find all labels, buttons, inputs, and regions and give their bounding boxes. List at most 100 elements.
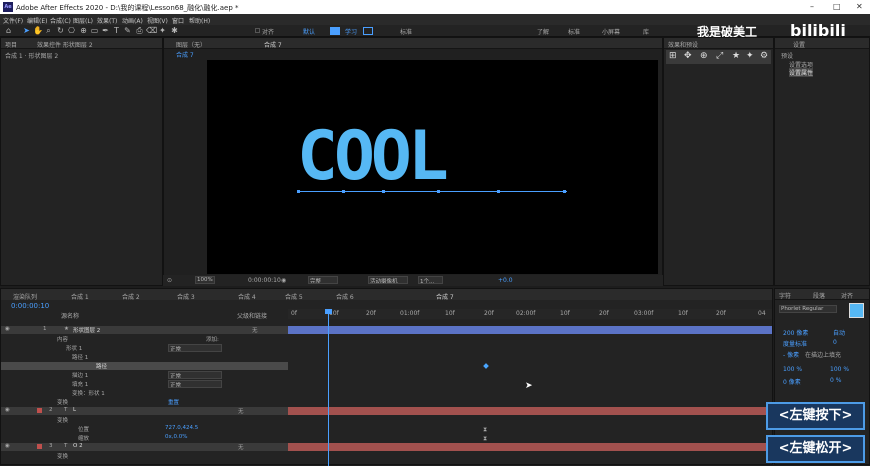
snap-checkbox[interactable]	[255, 28, 260, 33]
magnify-icon[interactable]: ⊙	[167, 277, 172, 284]
layer-bar-red[interactable]	[288, 443, 772, 451]
path-vertex[interactable]	[342, 190, 345, 193]
camera-icon[interactable]: ◉	[281, 277, 286, 284]
menu-file[interactable]: 文件(F)	[3, 16, 23, 25]
tab-paragraph[interactable]: 段落	[813, 291, 825, 300]
playhead-handle[interactable]	[325, 309, 332, 314]
parent-select[interactable]: 无	[238, 443, 244, 451]
tab-effect-controls[interactable]: 效果控件 形状图层 2	[37, 40, 93, 49]
comp-breadcrumb[interactable]: 合成 7	[176, 50, 194, 59]
grid-icon[interactable]: ⊞	[669, 51, 677, 61]
prop-scale[interactable]: 缩放 0x,0.0%	[1, 434, 288, 442]
cool-text-layer[interactable]: COOL	[297, 123, 449, 191]
brush-tool-icon[interactable]: ✎	[123, 26, 132, 35]
prop-fill-1[interactable]: 填充 1 正常	[1, 380, 288, 388]
path-vertex[interactable]	[382, 190, 385, 193]
layer-name[interactable]: L	[73, 407, 76, 413]
layer-row-2[interactable]: ◉ 2 T L 无	[1, 407, 288, 415]
reset-link[interactable]: 重置	[168, 398, 179, 406]
zoom-tool-icon[interactable]: ⌕	[44, 26, 53, 35]
timeline-timecode[interactable]: 0:00:00:10	[11, 302, 49, 310]
rotate-tool-icon[interactable]: ↻	[56, 26, 65, 35]
roto-tool-icon[interactable]: ✦	[158, 26, 167, 35]
tab-comp-3[interactable]: 合成 3	[177, 292, 195, 301]
prop-shape-1[interactable]: 形状 1 正常	[1, 344, 288, 352]
menu-layer[interactable]: 图层(L)	[73, 16, 93, 25]
tab-comp-4[interactable]: 合成 4	[238, 292, 256, 301]
baseline-value[interactable]: 0 像素	[783, 377, 801, 386]
prop-transform-shape[interactable]: 变换：形状 1	[1, 389, 288, 397]
path-vertex[interactable]	[437, 190, 440, 193]
viewer-timecode[interactable]: 0:00:00:10	[248, 277, 281, 284]
path-vertex[interactable]	[563, 190, 566, 193]
menu-effect[interactable]: 效果(T)	[97, 16, 117, 25]
hand-tool-icon[interactable]: ✋	[33, 26, 43, 35]
font-size-value[interactable]: 200 像素	[783, 328, 808, 337]
vertical-scale-value[interactable]: 100 %	[783, 366, 802, 373]
pen-tool-icon[interactable]: ✒	[101, 26, 110, 35]
menu-composition[interactable]: 合成(C)	[50, 16, 71, 25]
menu-animation[interactable]: 动画(A)	[122, 16, 143, 25]
label-color[interactable]	[37, 408, 42, 413]
layer-name[interactable]: O 2	[73, 443, 83, 449]
workspace-box-icon[interactable]	[363, 27, 373, 35]
layer-bar-blue[interactable]	[288, 326, 772, 334]
tab-effects-presets[interactable]: 效果和预设	[668, 40, 698, 49]
tab-align[interactable]: 对齐	[841, 291, 853, 300]
keyframe-hold[interactable]: ⧗	[483, 435, 487, 443]
eraser-tool-icon[interactable]: ⌫	[146, 26, 157, 35]
tab-comp-6[interactable]: 合成 6	[336, 292, 354, 301]
tsume-value[interactable]: 0 %	[830, 377, 841, 384]
close-button[interactable]: ✕	[856, 2, 863, 11]
zoom-select[interactable]: 100%	[195, 276, 215, 284]
tab-layer-none[interactable]: 图层（无）	[176, 40, 206, 49]
stroke-width-value[interactable]: - 像素	[783, 350, 799, 359]
eye-icon[interactable]: ◉	[5, 443, 10, 449]
fill-color-swatch[interactable]	[849, 303, 864, 318]
expand-icon[interactable]: ⤢	[716, 51, 723, 61]
parent-select[interactable]: 无	[252, 326, 258, 334]
selection-tool-icon[interactable]: ➤	[22, 26, 31, 35]
workspace-default[interactable]: 默认	[303, 27, 315, 36]
rectangle-tool-icon[interactable]: ▭	[90, 26, 99, 35]
label-color[interactable]	[37, 444, 42, 449]
puzzle-icon[interactable]: ✥	[684, 51, 692, 61]
position-value[interactable]: 727.0,424.5	[165, 425, 198, 431]
path-vertex[interactable]	[497, 190, 500, 193]
menu-edit[interactable]: 编辑(E)	[27, 16, 47, 25]
blend-mode-select[interactable]: 正常	[168, 371, 222, 379]
camera-tool-icon[interactable]: ⎔	[67, 26, 76, 35]
leading-value[interactable]: 自动	[833, 328, 845, 337]
time-ruler[interactable]: 0f 10f 20f 01:00f 10f 20f 02:00f 10f 20f…	[288, 309, 772, 319]
blend-mode-select[interactable]: 正常	[168, 344, 222, 352]
info-item[interactable]: 预设	[781, 51, 793, 60]
quality-select[interactable]: 完整	[308, 276, 338, 284]
tab-comp-5[interactable]: 合成 5	[285, 292, 303, 301]
comp-viewer-canvas[interactable]: COOL	[207, 60, 658, 274]
tab-comp-1[interactable]: 合成 1	[71, 292, 89, 301]
layer-name[interactable]: 形状图层 2	[73, 326, 100, 334]
layer-row-1[interactable]: ◉ 1 ★ 形状图层 2 无	[1, 326, 288, 334]
gear-icon[interactable]: ⚙	[760, 51, 768, 61]
tracking-value[interactable]: 0	[833, 339, 837, 346]
font-family-select[interactable]: Phorlet Regular	[779, 305, 837, 313]
tab-composition-7[interactable]: 合成 7	[264, 40, 282, 49]
path-vertex[interactable]	[297, 190, 300, 193]
puppet-tool-icon[interactable]: ✱	[170, 26, 179, 35]
prop-position[interactable]: 位置 727.0,424.5	[1, 425, 288, 433]
menu-view[interactable]: 视图(V)	[147, 16, 168, 25]
workspace-standard[interactable]: 标准	[400, 27, 412, 36]
clone-tool-icon[interactable]: ⎙	[135, 26, 144, 35]
tab-comp-2[interactable]: 合成 2	[122, 292, 140, 301]
exposure-value[interactable]: +0.0	[498, 277, 513, 284]
prop-transform[interactable]: 变换 重置	[1, 398, 288, 406]
workspace-learn[interactable]: 学习	[345, 27, 357, 36]
workspace-small-screen[interactable]: 小屏幕	[602, 27, 620, 36]
workspace-standard-2[interactable]: 标准	[568, 27, 580, 36]
add-button[interactable]: 添加:	[206, 335, 219, 343]
workspace-learn-2[interactable]: 了解	[537, 27, 549, 36]
kerning-value[interactable]: 度量标准	[783, 339, 807, 348]
tab-character[interactable]: 字符	[779, 291, 791, 300]
home-icon[interactable]: ⌂	[4, 26, 13, 35]
tab-comp-7[interactable]: 合成 7	[436, 292, 454, 301]
